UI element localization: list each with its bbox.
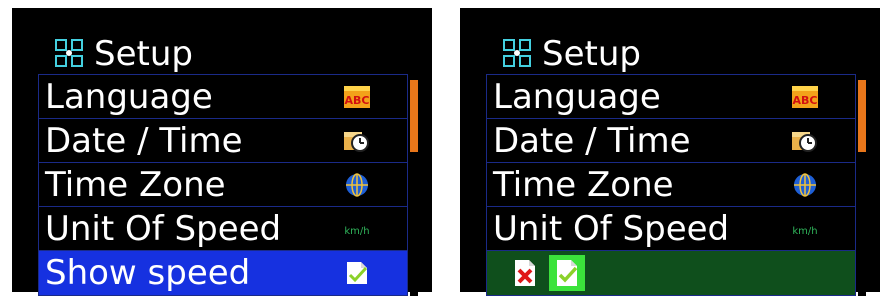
svg-text:km/h: km/h (792, 226, 817, 237)
globe-icon (346, 173, 368, 197)
kmh-icon: km/h (792, 226, 817, 237)
menu-item-show-speed[interactable]: Show speed (39, 251, 407, 295)
setup-menu: Language ABC Date / Time Time Zone Unit … (38, 74, 408, 296)
menu-item-label: Time Zone (493, 165, 674, 205)
menu-item-label: Show speed (45, 253, 251, 293)
menu-item-label: Language (45, 77, 213, 117)
setup-icon (503, 39, 531, 67)
show-speed-off-option[interactable] (507, 255, 543, 291)
menu-item-time-zone[interactable]: Time Zone (39, 163, 407, 207)
setup-screen-right: Setup Language ABC Date / Time Time Zone (460, 8, 880, 296)
checked-document-icon (347, 262, 368, 284)
menu-item-label: Language (493, 77, 661, 117)
abc-language-icon: ABC (792, 86, 818, 108)
setup-header: Setup (12, 30, 432, 78)
setup-header: Setup (460, 30, 880, 78)
scrollbar[interactable] (858, 74, 866, 296)
scrollbar-thumb[interactable] (410, 80, 418, 152)
page-title: Setup (542, 34, 641, 74)
svg-text:ABC: ABC (793, 94, 818, 107)
page-title: Setup (94, 34, 193, 74)
menu-item-label: Time Zone (45, 165, 226, 205)
scrollbar[interactable] (410, 74, 418, 296)
menu-item-unit-of-speed[interactable]: Unit Of Speed km/h (487, 207, 855, 251)
show-speed-on-option[interactable] (549, 255, 585, 291)
svg-text:ABC: ABC (345, 94, 370, 107)
setup-screen-left: Setup Language ABC Date / Time Time Zone (12, 8, 432, 296)
menu-item-label: Unit Of Speed (493, 209, 730, 249)
svg-text:km/h: km/h (344, 226, 369, 237)
kmh-icon: km/h (344, 226, 369, 237)
menu-item-label: Date / Time (493, 121, 691, 161)
menu-item-unit-of-speed[interactable]: Unit Of Speed km/h (39, 207, 407, 251)
menu-item-label: Date / Time (45, 121, 243, 161)
setup-menu: Language ABC Date / Time Time Zone Unit … (486, 74, 856, 296)
disabled-x-document-icon (515, 260, 535, 286)
setup-icon (55, 39, 83, 67)
calendar-clock-icon (344, 132, 369, 152)
menu-item-language[interactable]: Language ABC (39, 75, 407, 119)
menu-item-label: Unit Of Speed (45, 209, 282, 249)
scrollbar-thumb[interactable] (858, 80, 866, 152)
menu-item-language[interactable]: Language ABC (487, 75, 855, 119)
calendar-clock-icon (792, 132, 817, 152)
menu-item-date-time[interactable]: Date / Time (487, 119, 855, 163)
enabled-check-document-icon (557, 260, 578, 286)
menu-item-date-time[interactable]: Date / Time (39, 119, 407, 163)
menu-item-time-zone[interactable]: Time Zone (487, 163, 855, 207)
show-speed-option-row (487, 251, 855, 295)
abc-language-icon: ABC (344, 86, 370, 108)
globe-icon (794, 173, 816, 197)
